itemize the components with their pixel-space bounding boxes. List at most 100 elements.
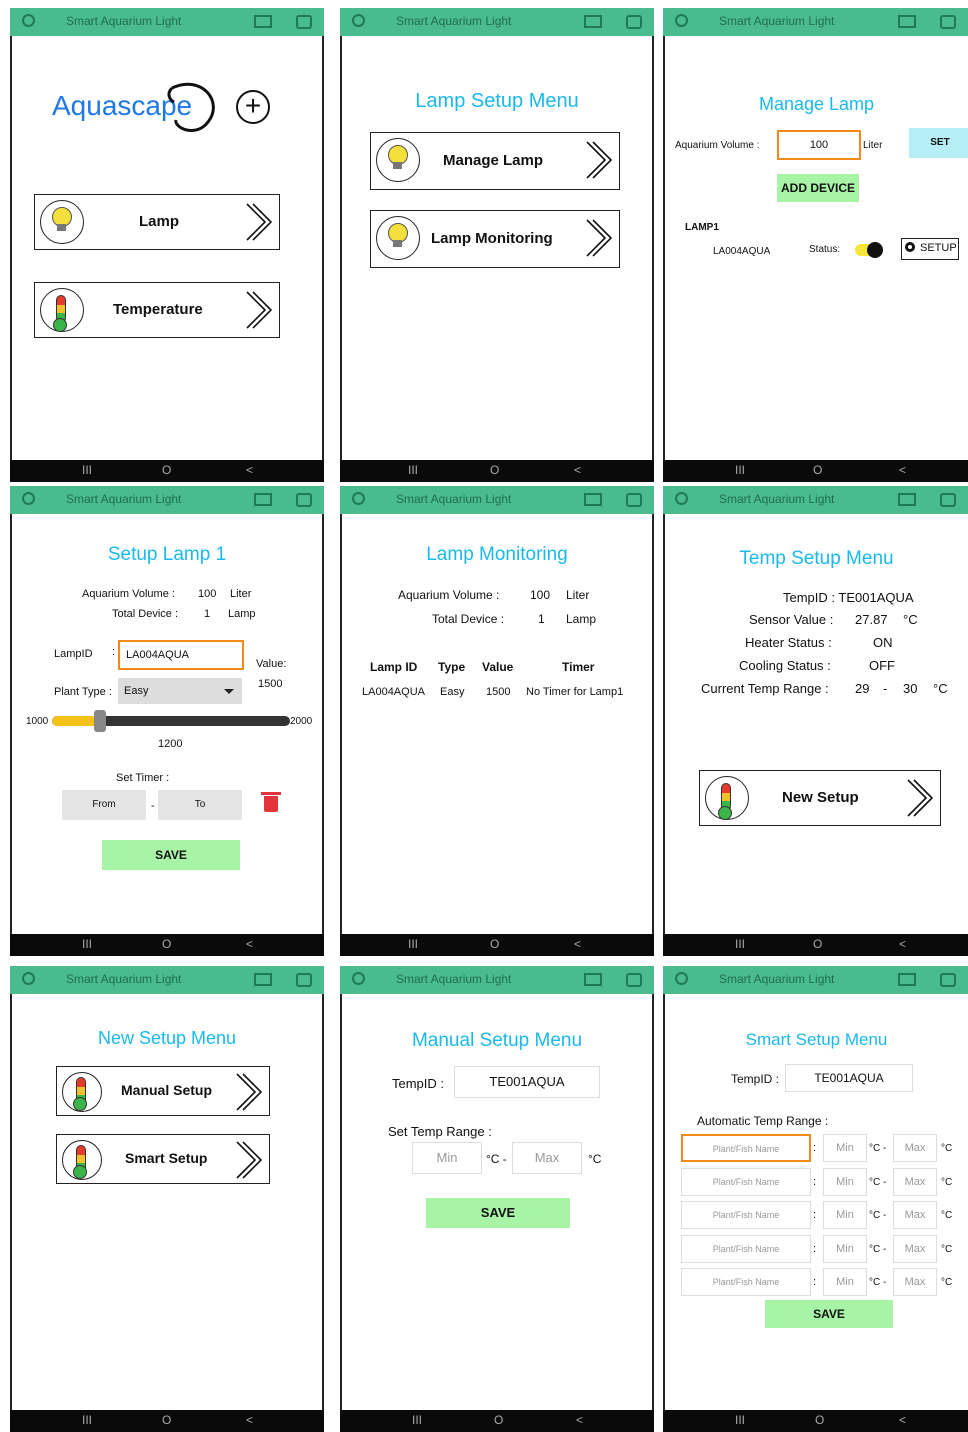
back-button[interactable]: < <box>246 1413 253 1427</box>
plant-fish-name-input[interactable]: Plant/Fish Name <box>681 1134 811 1162</box>
recents-button[interactable]: III <box>82 463 92 477</box>
min-input[interactable]: Min <box>823 1167 867 1196</box>
back-button[interactable]: < <box>899 937 906 951</box>
back-button[interactable]: < <box>576 1413 583 1427</box>
lamp-monitoring-button[interactable]: Lamp Monitoring <box>370 210 620 268</box>
sensor-value: 27.87 <box>855 612 888 627</box>
min-input[interactable]: Min <box>412 1142 482 1174</box>
save-button[interactable]: SAVE <box>102 840 240 870</box>
save-button[interactable]: SAVE <box>426 1198 570 1228</box>
status-bar: Smart Aquarium Light <box>340 486 654 514</box>
recents-button[interactable]: III <box>408 463 418 477</box>
back-button[interactable]: < <box>899 463 906 477</box>
min-unit: °C - <box>869 1277 887 1288</box>
max-input[interactable]: Max <box>512 1142 582 1174</box>
plant-fish-name-input[interactable]: Plant/Fish Name <box>681 1234 811 1263</box>
app-icon <box>22 972 35 985</box>
home-button[interactable]: O <box>494 1413 503 1427</box>
back-button[interactable]: < <box>574 463 581 477</box>
min-unit: °C - <box>869 1176 887 1188</box>
screen-smart-setup-menu: Smart Aquarium Light Smart Setup Menu Te… <box>663 966 968 1432</box>
max-input[interactable]: Max <box>893 1167 937 1196</box>
min-input[interactable]: Min <box>823 1201 867 1229</box>
cast-icon <box>254 15 272 28</box>
recents-button[interactable]: III <box>735 1413 745 1427</box>
recents-button[interactable]: III <box>82 937 92 951</box>
app-title: Smart Aquarium Light <box>719 14 835 28</box>
volume-input[interactable]: 100 <box>777 130 861 160</box>
app-icon <box>352 972 365 985</box>
save-button[interactable]: SAVE <box>765 1300 893 1328</box>
app-title: Smart Aquarium Light <box>66 14 182 28</box>
max-input[interactable]: Max <box>893 1201 937 1229</box>
chevron-right-icon <box>236 1141 263 1179</box>
from-button[interactable]: From <box>62 790 146 820</box>
app-icon <box>352 14 365 27</box>
tempid-input[interactable]: TE001AQUA <box>454 1066 600 1098</box>
manual-setup-button[interactable]: Manual Setup <box>56 1066 270 1116</box>
window-icon <box>626 973 642 987</box>
slider-thumb[interactable] <box>93 710 106 732</box>
set-button[interactable]: SET <box>909 128 968 158</box>
plant-fish-name-input[interactable]: Plant/Fish Name <box>681 1268 811 1296</box>
min-input[interactable]: Min <box>823 1234 867 1263</box>
row-colon: : <box>813 1242 817 1255</box>
home-button[interactable]: O <box>490 463 499 477</box>
smart-setup-button[interactable]: Smart Setup <box>56 1134 270 1184</box>
new-setup-button[interactable]: New Setup <box>699 770 941 826</box>
back-button[interactable]: < <box>246 937 253 951</box>
range-label: Current Temp Range : <box>701 681 829 696</box>
fish-logo-icon <box>167 82 215 133</box>
volume-label: Aquarium Volume : <box>675 140 760 151</box>
home-button[interactable]: O <box>813 463 822 477</box>
window-icon <box>296 15 312 29</box>
lamp-value-slider[interactable] <box>52 710 290 732</box>
status-toggle[interactable] <box>855 242 883 258</box>
lamp-button[interactable]: Lamp <box>34 194 280 250</box>
page-title: Lamp Monitoring <box>426 544 568 565</box>
page-title: Smart Setup Menu <box>745 1030 888 1049</box>
trash-icon[interactable] <box>261 792 281 812</box>
setup-button[interactable]: SETUP <box>901 238 959 260</box>
home-button[interactable]: O <box>490 937 499 951</box>
home-button[interactable]: O <box>813 937 822 951</box>
status-bar: Smart Aquarium Light <box>340 8 654 36</box>
max-input[interactable]: Max <box>893 1268 937 1296</box>
recents-button[interactable]: III <box>735 937 745 951</box>
max-unit: °C <box>941 1243 953 1255</box>
heater-label: Heater Status : <box>745 635 832 650</box>
max-input[interactable]: Max <box>893 1134 937 1162</box>
recents-button[interactable]: III <box>412 1413 422 1427</box>
to-button[interactable]: To <box>158 790 242 820</box>
tempid-input[interactable]: TE001AQUA <box>785 1064 913 1092</box>
device-label: Total Device : <box>432 612 505 626</box>
min-input[interactable]: Min <box>823 1268 867 1296</box>
recents-button[interactable]: III <box>82 1413 92 1427</box>
add-device-button[interactable]: ADD DEVICE <box>777 174 859 202</box>
home-button[interactable]: O <box>162 1413 171 1427</box>
max-input[interactable]: Max <box>893 1234 937 1263</box>
home-button[interactable]: O <box>162 463 171 477</box>
back-button[interactable]: < <box>574 937 581 951</box>
home-button[interactable]: O <box>815 1413 824 1427</box>
plant-fish-name-input[interactable]: Plant/Fish Name <box>681 1167 811 1196</box>
status-bar: Smart Aquarium Light <box>663 486 968 514</box>
recents-button[interactable]: III <box>735 463 745 477</box>
plant-type-label: Plant Type : <box>54 686 112 698</box>
recents-button[interactable]: III <box>408 937 418 951</box>
max-unit: °C <box>588 1152 602 1166</box>
table-cell: LA004AQUA <box>362 686 425 698</box>
back-button[interactable]: < <box>899 1413 906 1427</box>
temperature-button[interactable]: Temperature <box>34 282 280 338</box>
home-button[interactable]: O <box>162 937 171 951</box>
min-input[interactable]: Min <box>823 1134 867 1162</box>
manage-lamp-button[interactable]: Manage Lamp <box>370 132 620 190</box>
back-button[interactable]: < <box>246 463 253 477</box>
cast-icon <box>898 973 916 986</box>
window-icon <box>296 493 312 507</box>
plant-fish-name-input[interactable]: Plant/Fish Name <box>681 1201 811 1229</box>
plant-type-select[interactable]: Easy <box>118 678 242 704</box>
lampid-input[interactable]: LA004AQUA <box>118 640 244 670</box>
row-colon: : <box>813 1142 817 1154</box>
add-button[interactable]: + <box>236 90 270 124</box>
